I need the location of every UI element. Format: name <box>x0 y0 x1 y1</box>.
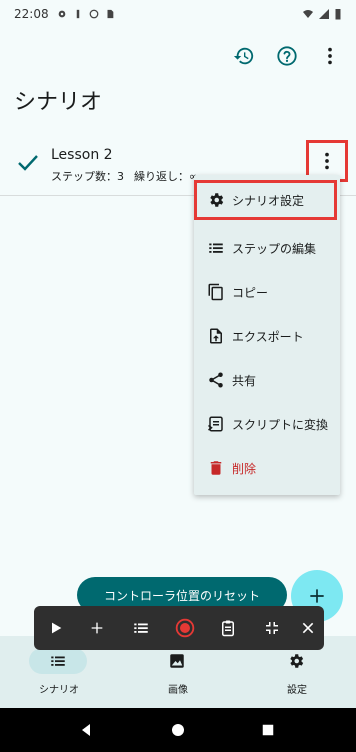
system-navigation-bar <box>0 708 356 752</box>
recents-square-icon <box>262 724 274 736</box>
controller-play-button[interactable] <box>38 606 74 650</box>
wifi-icon <box>303 10 313 18</box>
menu-item-scenario-settings[interactable]: シナリオ設定 <box>194 180 337 220</box>
signal-icon <box>319 9 329 19</box>
plus-icon <box>91 622 103 634</box>
menu-item-label: 共有 <box>232 373 257 388</box>
nav-label: 画像 <box>168 685 188 696</box>
system-home-button[interactable] <box>166 718 190 742</box>
controller-minimize-button[interactable] <box>254 606 290 650</box>
floating-controller[interactable] <box>34 606 324 650</box>
sync-icon <box>89 9 98 19</box>
collapse-icon <box>266 622 278 634</box>
scenario-context-menu: シナリオ設定 ステップの編集 コピー エクスポート 共有 スクリプトに変換 削除 <box>194 175 340 495</box>
battery-icon <box>335 9 341 20</box>
menu-item-label: ステップの編集 <box>232 241 317 256</box>
more-vert-icon <box>325 152 329 170</box>
menu-item-share[interactable]: 共有 <box>194 360 340 400</box>
status-notification-icons <box>57 9 115 19</box>
check-icon <box>16 150 40 178</box>
script-icon <box>206 414 226 434</box>
menu-item-convert-to-script[interactable]: スクリプトに変換 <box>194 404 340 444</box>
menu-item-label: コピー <box>232 285 269 300</box>
history-icon <box>233 47 254 65</box>
help-icon <box>277 46 297 66</box>
gear-icon <box>58 10 65 18</box>
export-icon <box>206 326 226 346</box>
nav-icon-wrap <box>267 648 325 674</box>
controller-clipboard-button[interactable] <box>210 606 246 650</box>
nav-icon-wrap <box>148 648 206 674</box>
image-icon <box>170 654 184 668</box>
page-title: シナリオ <box>14 90 103 115</box>
scenario-repeat-count: 繰り返し：∞ <box>134 170 199 183</box>
trash-icon <box>206 458 226 478</box>
menu-item-delete[interactable]: 削除 <box>194 448 340 488</box>
system-back-button[interactable] <box>74 718 98 742</box>
share-icon <box>206 370 226 390</box>
controller-close-button[interactable] <box>290 606 326 650</box>
scenario-name: Lesson 2 <box>51 147 113 163</box>
controller-list-button[interactable] <box>123 606 159 650</box>
clipboard-icon <box>222 620 234 637</box>
controller-record-button[interactable] <box>167 606 203 650</box>
help-button[interactable] <box>269 38 305 74</box>
nav-label: 設定 <box>287 685 307 696</box>
gear-icon <box>206 190 226 210</box>
key-icon <box>76 9 79 19</box>
menu-item-copy[interactable]: コピー <box>194 272 340 312</box>
status-time: 22:08 <box>14 7 49 21</box>
status-bar: 22:08 <box>0 0 356 28</box>
sd-card-icon <box>107 9 113 19</box>
menu-item-export[interactable]: エクスポート <box>194 316 340 356</box>
record-icon <box>175 618 195 638</box>
top-app-bar <box>0 38 356 74</box>
nav-label: シナリオ <box>39 685 79 696</box>
menu-item-label: 削除 <box>232 461 257 476</box>
list-icon <box>51 656 65 666</box>
gear-icon <box>290 654 304 668</box>
copy-icon <box>206 282 226 302</box>
home-circle-icon <box>172 724 184 736</box>
back-triangle-icon <box>82 724 90 736</box>
plus-icon <box>310 589 324 603</box>
nav-active-indicator <box>29 648 87 674</box>
menu-item-label: シナリオ設定 <box>232 193 305 208</box>
list-icon <box>134 623 148 633</box>
controller-add-button[interactable] <box>79 606 115 650</box>
menu-item-label: スクリプトに変換 <box>232 417 329 432</box>
scenario-step-count: ステップ数：3 <box>51 170 124 183</box>
status-system-icons <box>302 8 342 20</box>
overflow-menu-button[interactable] <box>312 38 348 74</box>
history-button[interactable] <box>226 38 262 74</box>
menu-item-edit-steps[interactable]: ステップの編集 <box>194 228 340 268</box>
play-icon <box>52 622 62 634</box>
list-icon <box>206 238 226 258</box>
scenario-meta: ステップ数：3 繰り返し：∞ <box>51 168 198 184</box>
more-vert-icon <box>328 47 332 65</box>
system-recents-button[interactable] <box>256 718 280 742</box>
close-icon <box>302 622 314 634</box>
menu-item-label: エクスポート <box>232 329 304 344</box>
